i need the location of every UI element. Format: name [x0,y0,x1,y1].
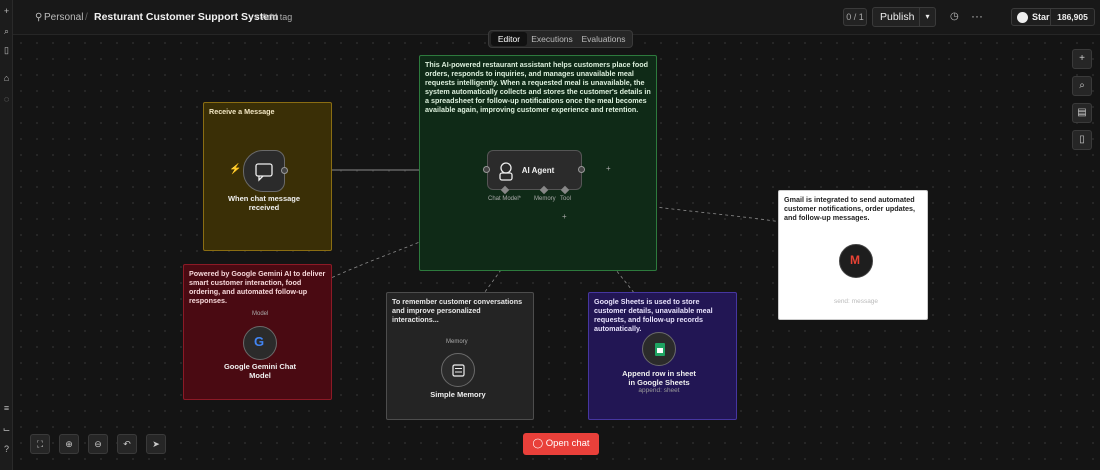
simple-memory-label: Simple Memory [430,390,486,399]
user-icon: ⚲ [35,12,43,23]
history-icon[interactable]: ◷ [950,11,962,23]
gmail-icon: M [850,253,860,267]
insights-icon[interactable]: ⌙ [1,424,12,435]
sheets-icon [655,343,665,356]
port-label-tool: Tool [560,196,572,202]
port-label-memory: Memory [534,196,556,202]
pointer-tool-button[interactable]: ➤ [146,434,166,454]
star-count: 186,905 [1050,9,1094,25]
tab-editor[interactable]: Editor [491,32,527,46]
zoom-in-button[interactable]: ⊕ [59,434,79,454]
chat-icon[interactable]: ◌ [1,94,12,105]
agent-input-handle[interactable] [483,166,490,173]
open-chat-label: Open chat [545,438,590,449]
ai-agent-node[interactable]: AI Agent [487,150,582,190]
memory-icon [452,364,465,377]
star-label: Star [1032,12,1050,22]
port-label-chat-model: Chat Model* [488,196,522,202]
view-tabs: Editor Executions Evaluations [488,30,633,48]
add-node-button[interactable]: + [1072,49,1092,69]
chat-bubble-icon: ◯ [532,438,546,449]
gemini-node[interactable]: G [243,326,277,360]
side-panel-button[interactable]: ▯ [1072,130,1092,150]
gmail-subtitle: send: message [833,298,879,305]
add-tag-button[interactable]: + Add tag [254,12,292,22]
version-counter: 0 / 1 [843,8,867,26]
gmail-node[interactable]: M [839,244,873,278]
add-icon[interactable]: + [1,6,12,17]
google-icon: G [254,334,265,349]
chat-trigger-node[interactable] [243,150,285,192]
google-sheets-node[interactable] [642,332,676,366]
breadcrumb-workspace[interactable]: Personal [44,12,83,23]
breadcrumb-separator: / [85,12,88,23]
tab-executions[interactable]: Executions [529,32,575,46]
publish-button[interactable]: Publish ▾ [872,7,936,27]
trigger-output-handle[interactable] [281,167,288,174]
fit-view-button[interactable]: ⛶ [30,434,50,454]
chat-trigger-label: When chat message received [227,194,301,212]
undo-button[interactable]: ↶ [117,434,137,454]
memory-port-label: Memory [446,339,468,345]
robot-icon [499,162,513,181]
gemini-label: Google Gemini Chat Model [223,362,297,380]
simple-memory-node[interactable] [441,353,475,387]
panel-icon[interactable]: ▯ [1,45,12,56]
more-icon[interactable]: ··· [971,9,983,23]
chevron-down-icon[interactable]: ▾ [919,8,935,26]
home-icon[interactable]: ⌂ [1,73,12,84]
github-star-button[interactable]: Star 186,905 [1011,8,1095,26]
canvas-search-button[interactable]: ⌕ [1072,76,1092,96]
gemini-port-label: Model [252,311,269,317]
google-sheets-subtitle: append: sheet [638,387,680,394]
agent-output-handle[interactable] [578,166,585,173]
help-icon[interactable]: ? [1,444,12,455]
left-sidebar: + ⌕ ▯ ⌂ ◌ ≡ ⌙ ? [0,0,13,470]
zoom-out-button[interactable]: ⊖ [88,434,108,454]
google-sheets-label: Append row in sheet in Google Sheets [622,369,696,387]
workflow-title[interactable]: Resturant Customer Support System [94,11,278,23]
publish-label: Publish [880,11,915,23]
search-icon[interactable]: ⌕ [1,26,12,37]
message-icon [255,163,273,182]
github-icon [1017,12,1028,23]
open-chat-button[interactable]: ◯ Open chat [523,433,599,455]
database-icon[interactable]: ≡ [1,403,12,414]
add-tool-plus-icon[interactable]: + [562,212,567,221]
trigger-bolt-icon: ⚡ [229,164,242,175]
ai-agent-label: AI Agent [521,166,555,175]
tab-evaluations[interactable]: Evaluations [577,32,630,46]
add-node-plus-icon[interactable]: + [606,164,611,173]
sticky-note-button[interactable]: ▤ [1072,103,1092,123]
